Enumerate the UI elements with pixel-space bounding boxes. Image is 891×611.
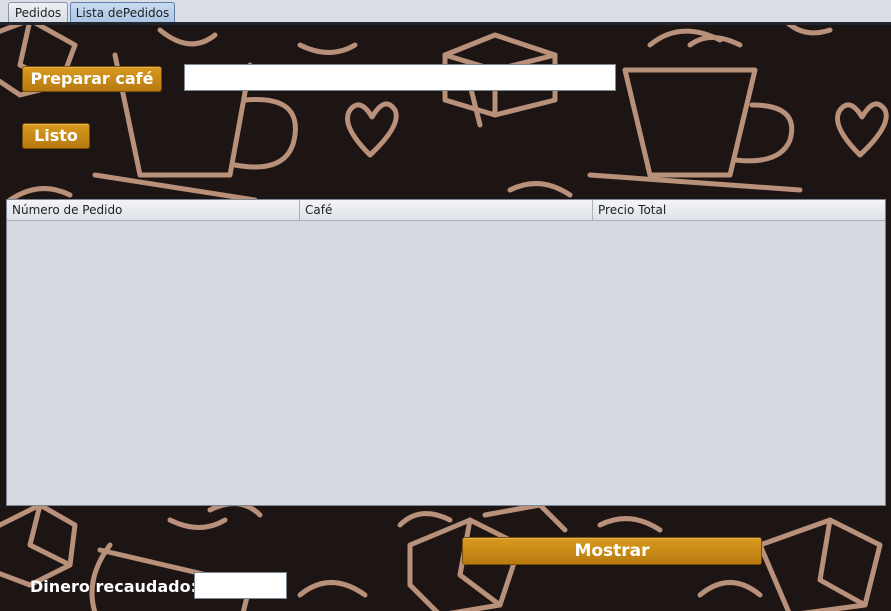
ready-button[interactable]: Listo: [22, 123, 90, 149]
orders-table[interactable]: Número de Pedido Café Precio Total: [6, 199, 886, 506]
app-window: Pedidos Lista dePedidos Preparar café Li…: [0, 0, 891, 611]
orders-panel: Preparar café Listo Número de Pedido Caf…: [0, 25, 891, 611]
tab-pedidos[interactable]: Pedidos: [8, 2, 68, 23]
prepare-coffee-button[interactable]: Preparar café: [22, 66, 162, 92]
money-collected-field[interactable]: [194, 572, 287, 599]
column-header-total-price[interactable]: Precio Total: [593, 200, 885, 220]
column-header-order-number[interactable]: Número de Pedido: [7, 200, 300, 220]
table-header: Número de Pedido Café Precio Total: [7, 200, 885, 221]
prepare-coffee-input[interactable]: [184, 64, 616, 91]
money-collected-label: Dinero recaudado:: [30, 577, 197, 596]
tab-strip: Pedidos Lista dePedidos: [0, 0, 891, 26]
show-button[interactable]: Mostrar: [462, 537, 762, 565]
tab-lista-pedidos[interactable]: Lista dePedidos: [70, 2, 175, 23]
column-header-coffee[interactable]: Café: [300, 200, 593, 220]
